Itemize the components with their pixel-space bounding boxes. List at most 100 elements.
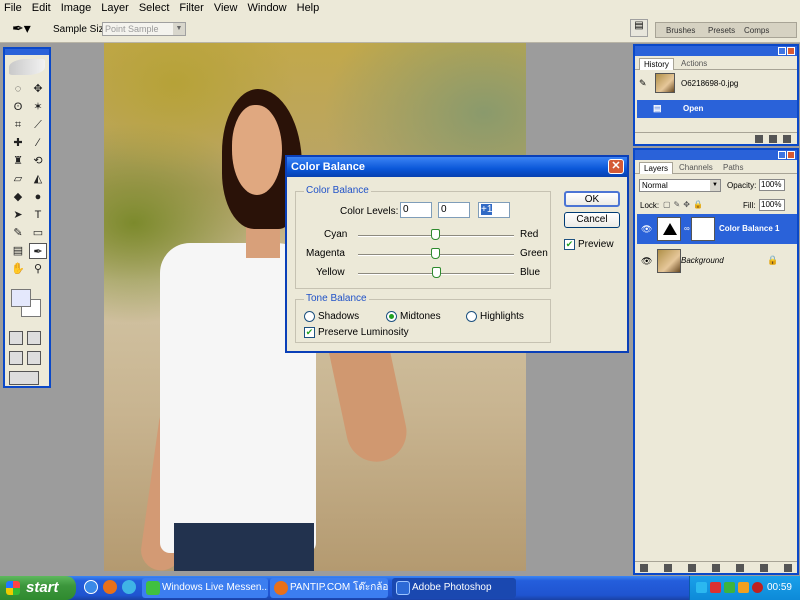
link-icon[interactable] [640,563,648,572]
trash-icon[interactable] [784,563,792,572]
eye-icon[interactable]: 👁 [641,224,652,235]
opacity-input[interactable]: 100% [759,179,785,191]
marquee-tool-icon[interactable]: ◌ [9,81,27,97]
tab-channels[interactable]: Channels [675,162,717,174]
preserve-luminosity-checkbox[interactable]: ✔ [304,327,315,338]
eyedropper-icon[interactable]: ✒▾ [12,20,40,38]
eraser-tool-icon[interactable]: ▱ [9,171,27,187]
menu-window[interactable]: Window [248,2,287,14]
menu-help[interactable]: Help [297,2,320,14]
task-pantip[interactable]: PANTIP.COM โต๊ะกล้อ... [270,578,388,598]
menu-layer[interactable]: Layer [101,2,129,14]
screen-mode-menubar-icon[interactable] [27,351,41,365]
minimize-icon[interactable] [778,151,786,159]
new-document-icon[interactable] [755,134,763,143]
preview-checkbox[interactable]: ✔ [564,239,575,250]
highlights-radio[interactable] [466,311,477,322]
blur-tool-icon[interactable]: ◆ [9,189,27,205]
shadows-radio[interactable] [304,311,315,322]
close-icon[interactable] [787,47,795,55]
camera-icon[interactable] [769,134,777,143]
midtones-radio[interactable] [386,311,397,322]
healing-brush-tool-icon[interactable]: ✚ [9,135,27,151]
brush-tool-icon[interactable]: ∕ [29,135,47,151]
crop-tool-icon[interactable]: ⌗ [9,117,27,133]
security-icon[interactable] [710,582,721,593]
notes-tool-icon[interactable]: ▤ [9,243,27,259]
feather-logo-icon[interactable] [9,59,45,75]
history-brush-tool-icon[interactable]: ⟲ [29,153,47,169]
color-level-yellow-blue-input[interactable]: +1 [478,202,510,218]
cyan-red-slider-thumb[interactable] [431,229,440,240]
clone-stamp-tool-icon[interactable]: ♜ [9,153,27,169]
paint-bucket-tool-icon[interactable]: ◭ [29,171,47,187]
menu-select[interactable]: Select [139,2,170,14]
tab-layers[interactable]: Layers [639,162,674,174]
sample-size-select[interactable]: Point Sample ▼ [102,22,186,36]
screen-mode-standard-icon[interactable] [9,351,23,365]
standard-mode-icon[interactable] [9,331,23,345]
new-layer-icon[interactable] [760,563,768,572]
palette-toggle-icon[interactable]: ▤ [630,19,648,37]
eyedropper-tool-icon[interactable]: ✒ [29,243,47,259]
chain-link-icon[interactable]: ∞ [684,224,690,233]
pen-tool-icon[interactable]: ✎ [9,225,27,241]
close-icon[interactable] [787,151,795,159]
add-mask-icon[interactable] [688,563,696,572]
magenta-green-slider-thumb[interactable] [431,248,440,259]
dodge-tool-icon[interactable]: ● [29,189,47,205]
antivirus-icon[interactable] [752,582,763,593]
move-tool-icon[interactable]: ✥ [29,81,47,97]
layer-row-color-balance[interactable]: 👁 ∞ Color Balance 1 [637,214,797,244]
menu-edit[interactable]: Edit [32,2,51,14]
shape-tool-icon[interactable]: ▭ [29,225,47,241]
task-adobe-photoshop[interactable]: Adobe Photoshop [392,578,516,598]
magic-wand-tool-icon[interactable]: ✶ [29,99,47,115]
cancel-button[interactable]: Cancel [564,212,620,228]
trash-icon[interactable] [783,134,791,143]
toolbox-titlebar[interactable] [5,49,49,55]
slice-tool-icon[interactable]: ⟋ [29,117,47,133]
quick-mask-mode-icon[interactable] [27,331,41,345]
messenger-tray-icon[interactable] [724,582,735,593]
blend-mode-select[interactable]: Normal ▼ [639,179,721,192]
path-selection-tool-icon[interactable]: ➤ [9,207,27,223]
zoom-tool-icon[interactable]: ⚲ [29,261,47,277]
ok-button[interactable]: OK [564,191,620,207]
lasso-tool-icon[interactable]: ʘ [9,99,27,115]
fill-input[interactable]: 100% [759,199,785,211]
start-button[interactable]: start [0,576,76,600]
layer-style-icon[interactable] [664,563,672,572]
tab-paths[interactable]: Paths [719,162,747,174]
history-state-open[interactable]: ▤ Open [637,100,797,118]
jump-to-imageready-icon[interactable] [9,371,39,385]
foreground-color-swatch[interactable] [11,289,31,307]
menu-file[interactable]: File [4,2,22,14]
history-snapshot[interactable]: ✎ O6218698-0.jpg [637,72,797,96]
menu-image[interactable]: Image [61,2,92,14]
task-windows-live-messenger[interactable]: Windows Live Messen... [142,578,268,598]
new-group-icon[interactable] [736,563,744,572]
volume-icon[interactable] [738,582,749,593]
hand-tool-icon[interactable]: ✋ [9,261,27,277]
yellow-blue-slider-thumb[interactable] [432,267,441,278]
layers-panel-titlebar[interactable] [635,150,797,160]
adjustment-layer-button-icon[interactable] [712,563,720,572]
close-icon[interactable]: ✕ [608,159,624,174]
firefox-icon[interactable] [103,580,117,594]
layer-row-background[interactable]: 👁 Background 🔒 [637,246,797,276]
messenger-icon[interactable] [122,580,136,594]
well-tab-comps[interactable]: Comps [744,26,769,35]
eye-icon[interactable]: 👁 [641,256,652,267]
network-icon[interactable] [696,582,707,593]
dialog-titlebar[interactable]: Color Balance ✕ [287,157,627,177]
color-level-magenta-green-input[interactable]: 0 [438,202,470,218]
color-level-cyan-red-input[interactable]: 0 [400,202,432,218]
minimize-icon[interactable] [778,47,786,55]
well-tab-brushes[interactable]: Brushes [666,26,695,35]
menu-filter[interactable]: Filter [179,2,203,14]
tab-actions[interactable]: Actions [677,58,711,70]
show-desktop-icon[interactable] [84,580,98,594]
menu-view[interactable]: View [214,2,238,14]
type-tool-icon[interactable]: T [29,207,47,223]
